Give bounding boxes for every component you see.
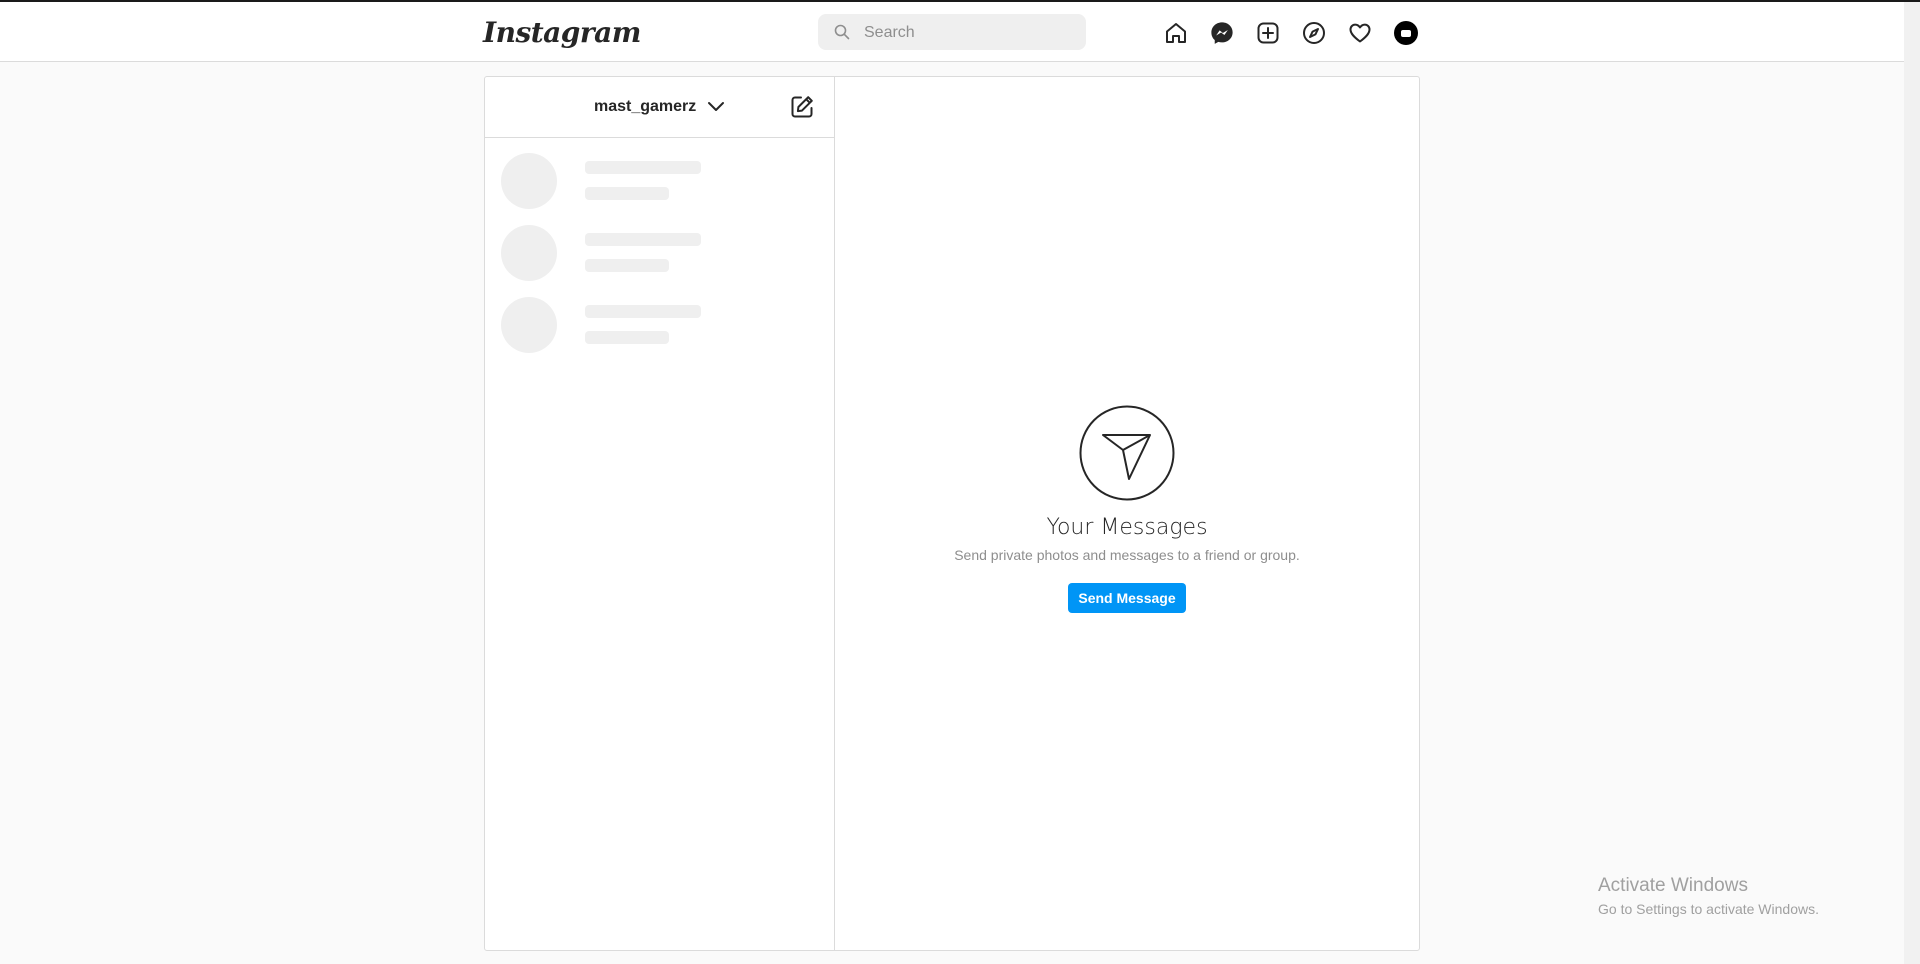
home-icon[interactable] bbox=[1162, 19, 1190, 47]
placeholder-avatar bbox=[501, 297, 557, 353]
loading-placeholder-row bbox=[501, 225, 821, 281]
explore-icon[interactable] bbox=[1300, 19, 1328, 47]
placeholder-line bbox=[585, 161, 701, 174]
placeholder-line bbox=[585, 305, 701, 318]
account-name: mast_gamerz bbox=[594, 98, 697, 115]
placeholder-avatar bbox=[501, 225, 557, 281]
messenger-icon[interactable] bbox=[1208, 19, 1236, 47]
search-input[interactable] bbox=[862, 14, 1076, 52]
page-scrollbar[interactable] bbox=[1904, 2, 1920, 964]
loading-placeholder-row bbox=[501, 297, 821, 353]
conversation-list-pane: mast_gamerz bbox=[485, 77, 835, 950]
empty-state-title: Your Messages bbox=[1046, 515, 1208, 540]
placeholder-avatar bbox=[501, 153, 557, 209]
account-switcher[interactable]: mast_gamerz bbox=[594, 95, 726, 119]
profile-avatar[interactable] bbox=[1392, 19, 1420, 47]
placeholder-line bbox=[585, 187, 669, 200]
top-navbar: Instagram bbox=[0, 2, 1904, 62]
instagram-logo[interactable]: Instagram bbox=[483, 16, 641, 49]
placeholder-line bbox=[585, 259, 669, 272]
search-icon bbox=[834, 24, 850, 40]
direct-inbox-panel: mast_gamerz Your Messages Send private p… bbox=[484, 76, 1420, 951]
windows-activation-watermark: Activate Windows Go to Settings to activ… bbox=[1598, 875, 1819, 917]
placeholder-line bbox=[585, 331, 669, 344]
placeholder-line bbox=[585, 233, 701, 246]
watermark-subtitle: Go to Settings to activate Windows. bbox=[1598, 901, 1819, 917]
chevron-down-icon bbox=[708, 102, 725, 111]
new-post-icon[interactable] bbox=[1254, 19, 1282, 47]
compose-icon[interactable] bbox=[789, 94, 815, 120]
message-pane: Your Messages Send private photos and me… bbox=[835, 77, 1419, 950]
send-message-button[interactable]: Send Message bbox=[1068, 583, 1186, 613]
activity-heart-icon[interactable] bbox=[1346, 19, 1374, 47]
watermark-title: Activate Windows bbox=[1598, 875, 1748, 896]
search-box[interactable] bbox=[818, 14, 1086, 52]
empty-state-subtitle: Send private photos and messages to a fr… bbox=[954, 547, 1300, 563]
direct-send-icon bbox=[1079, 405, 1175, 501]
loading-placeholder-row bbox=[501, 153, 821, 209]
empty-messages-state: Your Messages Send private photos and me… bbox=[835, 405, 1419, 613]
avatar bbox=[1394, 21, 1418, 45]
inbox-header: mast_gamerz bbox=[485, 77, 834, 138]
